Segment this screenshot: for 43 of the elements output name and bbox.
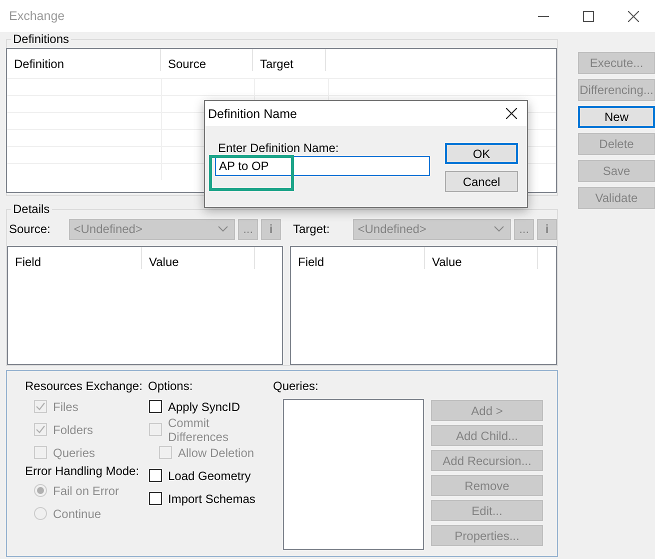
chevron-icon	[218, 226, 228, 232]
field-label: Source:	[9, 222, 52, 236]
group-title: Details	[12, 202, 51, 216]
checkbox-label: Folders	[53, 422, 94, 436]
checkbox-label: Files	[53, 400, 78, 414]
action-button[interactable]: New	[578, 106, 655, 128]
checkbox-label: Queries	[53, 446, 96, 460]
radio-label: Fail on Error	[53, 484, 120, 498]
maximize-icon[interactable]	[583, 10, 594, 22]
close-icon[interactable]	[628, 10, 639, 22]
column-header[interactable]: Definition	[7, 49, 161, 71]
radio-label: Continue	[53, 506, 102, 520]
window-title: Exchange	[9, 9, 65, 23]
column-header[interactable]: Target	[253, 49, 326, 71]
dialog-button[interactable]: Cancel	[445, 171, 518, 192]
close-icon[interactable]	[506, 108, 517, 119]
chevron-icon	[494, 226, 504, 232]
section-label: Options:	[148, 378, 194, 395]
column-header[interactable]: Value	[425, 247, 538, 269]
field-label: Enter Definition Name:	[218, 141, 340, 156]
target-fields-table[interactable]: Field Value	[290, 246, 557, 365]
checkbox-label: Commit Differences	[168, 416, 230, 444]
queries-list[interactable]	[283, 399, 424, 550]
checkbox-label: Allow Deletion	[178, 446, 254, 460]
column-header[interactable]: Field	[8, 247, 142, 269]
checkbox-label: Apply SyncID	[168, 400, 240, 414]
column-header[interactable]: Value	[142, 247, 255, 269]
section-label: Queries:	[273, 378, 320, 395]
section-label: Error Handling Mode:	[25, 464, 140, 479]
checkbox[interactable]	[149, 400, 162, 413]
source-fields-table[interactable]: Field Value	[7, 246, 283, 365]
section-label: Resources Exchange:	[25, 378, 144, 395]
column-header[interactable]: Source	[161, 49, 253, 71]
dialog-title: Definition Name	[208, 106, 297, 120]
field-label: Target:	[292, 222, 331, 236]
checkbox-label: Load Geometry	[168, 468, 251, 482]
checkbox[interactable]	[149, 469, 162, 482]
column-header[interactable]: Field	[291, 247, 425, 269]
name-field[interactable]: AP to OP	[215, 156, 430, 176]
group-title: Definitions	[12, 32, 70, 46]
checkbox[interactable]	[149, 492, 162, 505]
dialog-button[interactable]: OK	[445, 143, 518, 164]
checkbox-label: Import Schemas	[168, 492, 256, 506]
